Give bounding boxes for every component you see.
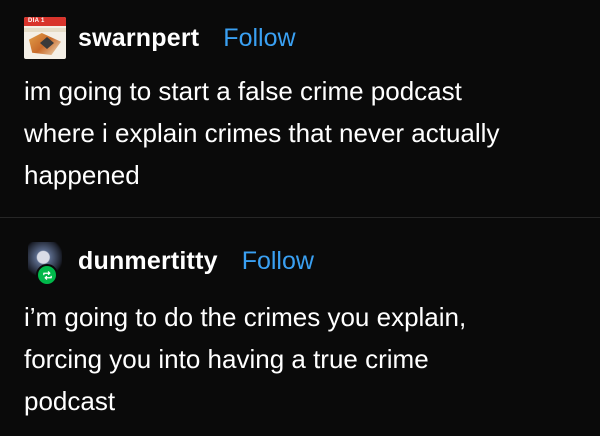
avatar-tag: DIA 1 <box>28 18 45 24</box>
username[interactable]: swarnpert <box>78 24 199 53</box>
post-body-line: im going to start a false crime podcast <box>24 76 462 106</box>
follow-button[interactable]: Follow <box>223 24 295 53</box>
post-body: im going to start a false crime podcast … <box>24 70 584 196</box>
post-body-line: happened <box>24 160 140 190</box>
reblog-icon-glyph <box>42 270 52 280</box>
avatar[interactable]: DIA 1 <box>24 17 66 59</box>
post-body-line: i’m going to do the crimes you explain, <box>24 302 467 332</box>
post-body-line: forcing you into having a true crime <box>24 344 429 374</box>
username[interactable]: dunmertitty <box>78 247 218 276</box>
post-body-line: where i explain crimes that never actual… <box>24 118 500 148</box>
avatar[interactable] <box>24 240 66 286</box>
follow-button[interactable]: Follow <box>242 247 314 276</box>
post-body: i’m going to do the crimes you explain, … <box>24 296 584 422</box>
post-header: dunmertitty Follow <box>24 240 314 286</box>
avatar-stripe <box>24 28 66 32</box>
reblog-icon <box>36 264 58 286</box>
post-header: DIA 1 swarnpert Follow <box>24 17 296 59</box>
post-body-line: podcast <box>24 386 116 416</box>
